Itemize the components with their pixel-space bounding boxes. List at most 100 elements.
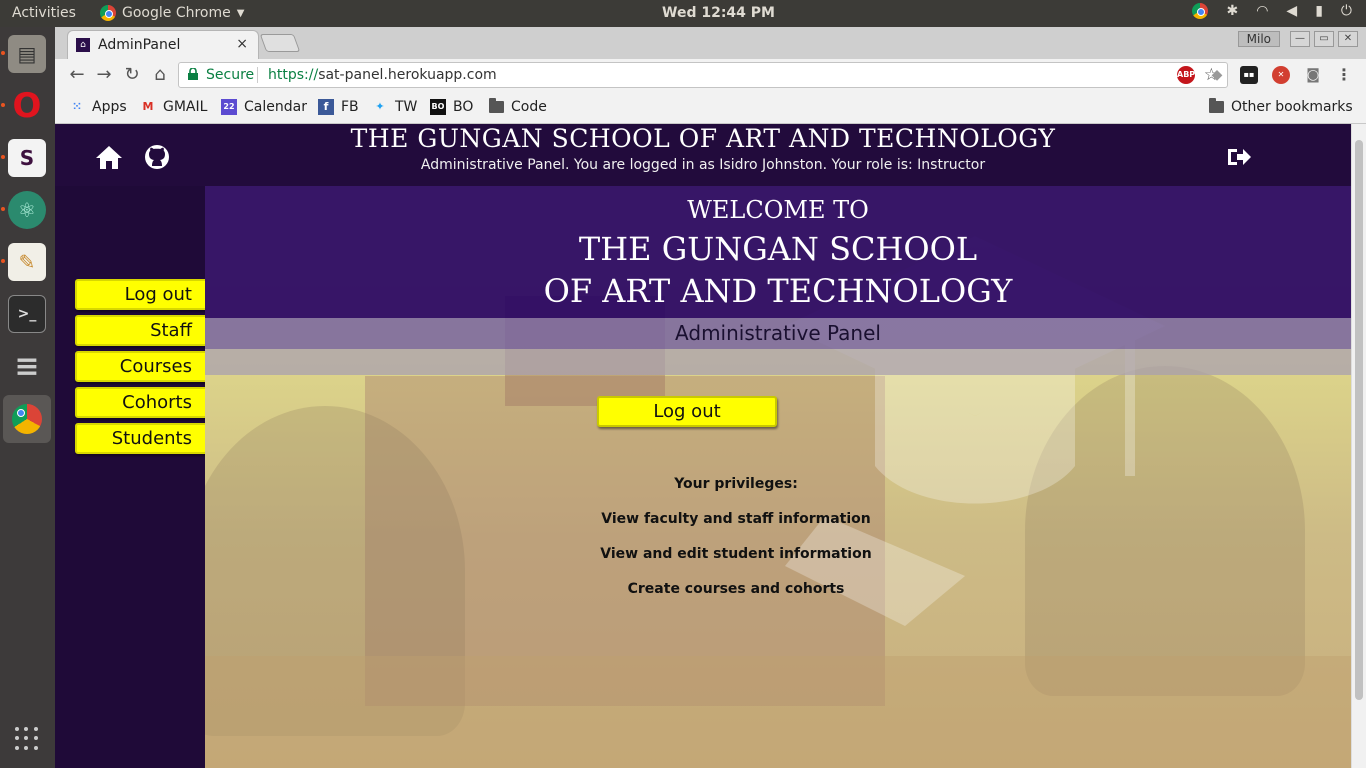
- calendar-icon: 22: [221, 99, 237, 115]
- nav-students-button[interactable]: Students: [75, 423, 208, 454]
- terminal-icon[interactable]: >_: [8, 295, 46, 333]
- back-icon[interactable]: ←: [65, 63, 89, 87]
- app-menu-label: Google Chrome: [122, 5, 231, 21]
- close-window-button[interactable]: ✕: [1338, 31, 1358, 47]
- tab-adminpanel[interactable]: ⌂ AdminPanel ×: [67, 30, 259, 59]
- app-menu[interactable]: Google Chrome ▼: [100, 5, 244, 21]
- tab-title: AdminPanel: [98, 37, 181, 53]
- bookmark-label: GMAIL: [163, 99, 208, 115]
- bookmark-label: Apps: [92, 99, 127, 115]
- system-top-bar: Activities Google Chrome ▼ Wed 12:44 PM …: [0, 0, 1366, 27]
- slack-icon[interactable]: S: [8, 139, 46, 177]
- stop-extension-icon[interactable]: ✕: [1272, 66, 1290, 84]
- settings-tray-icon[interactable]: ✱: [1226, 3, 1238, 19]
- bookmark-label: Calendar: [244, 99, 307, 115]
- privileges-heading: Your privileges:: [674, 476, 798, 492]
- bo-icon: BO: [430, 99, 446, 115]
- bookmark-tw[interactable]: ✦ TW: [372, 99, 417, 115]
- side-navigation: Log out Staff Courses Cohorts Students: [55, 186, 208, 768]
- panel-subtitle: Administrative Panel: [205, 318, 1351, 349]
- home-icon[interactable]: ⌂: [148, 63, 172, 87]
- bookmark-gmail[interactable]: M GMAIL: [140, 99, 208, 115]
- browser-toolbar: ← → ↻ ⌂ Secure https://sat-panel.herokua…: [55, 59, 1366, 91]
- forward-icon[interactable]: →: [92, 63, 116, 87]
- nav-log-out-button[interactable]: Log out: [75, 279, 208, 310]
- nav-cohorts-button[interactable]: Cohorts: [75, 387, 208, 418]
- new-tab-button[interactable]: [259, 34, 301, 52]
- camera-icon[interactable]: ◙: [1304, 66, 1322, 84]
- lock-icon: [188, 68, 198, 80]
- chevron-down-icon: ▼: [236, 7, 245, 19]
- twitter-icon: ✦: [375, 100, 385, 113]
- clock[interactable]: Wed 12:44 PM: [662, 5, 775, 21]
- page-scrollbar[interactable]: [1351, 124, 1366, 768]
- menu-dots-icon[interactable]: ⋮: [1335, 66, 1353, 84]
- privilege-item: View faculty and staff information: [601, 511, 871, 527]
- close-tab-icon[interactable]: ×: [236, 36, 248, 52]
- text-editor-icon[interactable]: ✎: [8, 243, 46, 281]
- wifi-icon[interactable]: ◠: [1256, 3, 1268, 19]
- bookmark-label: TW: [395, 99, 418, 115]
- system-tray: ✱ ◠ ◀ ▮ ⏻: [1192, 3, 1352, 19]
- atom-icon[interactable]: ⚛: [8, 191, 46, 229]
- running-indicator: [1, 207, 5, 211]
- files-icon[interactable]: ▤: [8, 35, 46, 73]
- nav-staff-button[interactable]: Staff: [75, 315, 208, 346]
- logout-icon[interactable]: [1225, 144, 1253, 170]
- chrome-tray-icon[interactable]: [1192, 3, 1209, 19]
- minimize-button[interactable]: —: [1290, 31, 1310, 47]
- chrome-icon: [12, 404, 42, 434]
- profile-button[interactable]: Milo: [1237, 31, 1280, 47]
- welcome-banner: WELCOME TO THE GUNGAN SCHOOL OF ART AND …: [205, 186, 1351, 318]
- home-favicon-icon: ⌂: [76, 38, 90, 52]
- subtitle-strip: [205, 349, 1351, 375]
- bookmark-label: Other bookmarks: [1231, 99, 1353, 115]
- running-indicator: [1, 155, 5, 159]
- browser-frame: ⌂ AdminPanel × Milo — ▭ ✕ ← → ↻ ⌂ Secure…: [55, 27, 1366, 124]
- bookmark-label: Code: [511, 99, 547, 115]
- web-page: THE GUNGAN SCHOOL OF ART AND TECHNOLOGY …: [55, 124, 1351, 768]
- privilege-item: View and edit student information: [600, 546, 872, 562]
- apps-grid-icon: ⁙: [72, 100, 82, 113]
- reload-icon[interactable]: ↻: [120, 63, 144, 87]
- main-log-out-button[interactable]: Log out: [597, 396, 777, 427]
- address-bar[interactable]: Secure https://sat-panel.herokuapp.com ☆: [178, 62, 1228, 88]
- bookmarks-bar: ⁙ Apps M GMAIL 22 Calendar f FB ✦ TW BO …: [55, 91, 1366, 124]
- bookmark-bo[interactable]: BO BO: [430, 99, 473, 115]
- activities-button[interactable]: Activities: [12, 5, 76, 21]
- url-host: sat-panel.herokuapp.com: [318, 67, 497, 83]
- welcome-to: WELCOME TO: [687, 196, 869, 224]
- bookmark-fb[interactable]: f FB: [318, 99, 359, 115]
- adblock-icon[interactable]: ABP: [1177, 66, 1195, 84]
- opera-icon[interactable]: O: [8, 86, 46, 126]
- omnibox-divider: [257, 67, 258, 83]
- other-bookmarks[interactable]: Other bookmarks: [1209, 98, 1353, 115]
- url-scheme: https://: [268, 67, 319, 83]
- nav-courses-button[interactable]: Courses: [75, 351, 208, 382]
- chrome-icon: [100, 5, 116, 21]
- school-title: THE GUNGAN SCHOOL OF ART AND TECHNOLOGY: [350, 124, 1056, 153]
- database-icon[interactable]: ≡: [8, 347, 46, 385]
- battery-icon[interactable]: ▮: [1315, 3, 1323, 19]
- volume-icon[interactable]: ◀: [1286, 3, 1297, 19]
- bookmark-label: FB: [341, 99, 359, 115]
- power-icon[interactable]: ⏻: [1341, 3, 1352, 19]
- window-controls: Milo — ▭ ✕: [1237, 31, 1358, 47]
- background-ground: [205, 656, 1351, 768]
- main-content: WELCOME TO THE GUNGAN SCHOOL OF ART AND …: [205, 186, 1351, 768]
- bookmark-calendar[interactable]: 22 Calendar: [221, 99, 307, 115]
- dropbox-icon[interactable]: ◆: [1208, 66, 1226, 84]
- privilege-item: Create courses and cohorts: [627, 581, 845, 597]
- site-header: THE GUNGAN SCHOOL OF ART AND TECHNOLOGY …: [55, 124, 1351, 186]
- bookmark-code[interactable]: Code: [489, 98, 547, 115]
- extension-icon[interactable]: ▪▪: [1240, 66, 1258, 84]
- scrollbar-thumb[interactable]: [1355, 140, 1363, 700]
- show-apps-icon[interactable]: [15, 727, 39, 751]
- maximize-button[interactable]: ▭: [1314, 31, 1334, 47]
- running-indicator: [1, 103, 5, 107]
- bookmark-apps[interactable]: ⁙ Apps: [69, 99, 127, 115]
- url-text: https://sat-panel.herokuapp.com: [268, 67, 497, 83]
- running-indicator: [1, 259, 5, 263]
- chrome-launcher-item[interactable]: [3, 395, 51, 443]
- folder-icon: [1209, 98, 1224, 113]
